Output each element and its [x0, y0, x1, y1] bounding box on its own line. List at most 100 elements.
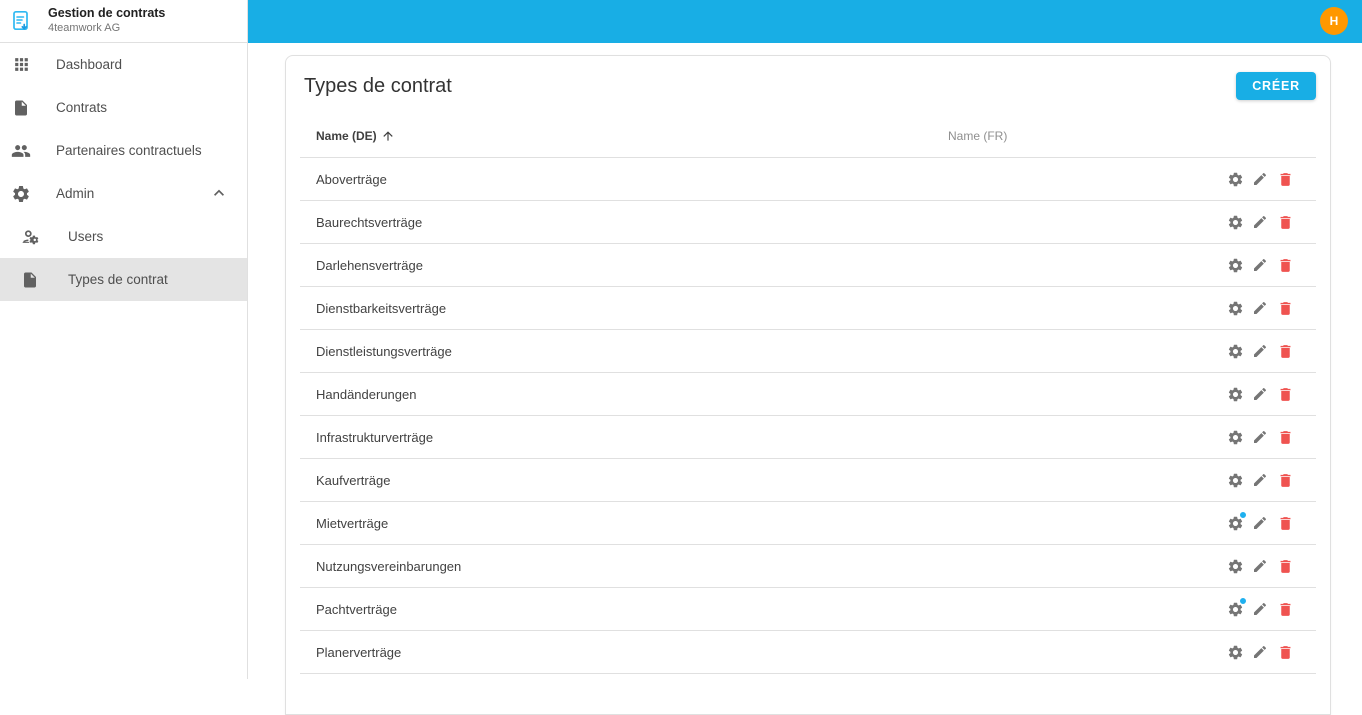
row-delete-button[interactable] — [1276, 643, 1294, 661]
app-title: Gestion de contrats — [48, 6, 165, 22]
page-title: Types de contrat — [304, 72, 452, 98]
row-settings-button[interactable] — [1226, 385, 1244, 403]
table-row[interactable]: Pachtverträge — [300, 588, 1316, 631]
sidebar-item-admin[interactable]: Admin — [0, 172, 247, 215]
row-edit-button[interactable] — [1251, 385, 1269, 403]
row-edit-button[interactable] — [1251, 170, 1269, 188]
sidebar-item-label: Types de contrat — [68, 272, 168, 287]
user-avatar[interactable]: H — [1320, 7, 1348, 35]
sidebar-item-partenaires[interactable]: Partenaires contractuels — [0, 129, 247, 172]
user-gear-icon — [19, 226, 41, 248]
settings-badge-dot — [1239, 511, 1247, 519]
row-name-de: Nutzungsvereinbarungen — [300, 559, 948, 574]
column-header-name-fr[interactable]: Name (FR) — [948, 129, 1316, 143]
table-row[interactable]: Dienstleistungsverträge — [300, 330, 1316, 373]
table-row[interactable]: Dienstbarkeitsverträge — [300, 287, 1316, 330]
row-delete-button[interactable] — [1276, 256, 1294, 274]
sidebar-item-label: Admin — [56, 186, 94, 201]
content-card: Types de contrat CRÉER Name (DE) Name (F… — [285, 55, 1331, 715]
row-actions — [1226, 643, 1316, 661]
row-delete-button[interactable] — [1276, 471, 1294, 489]
row-edit-button[interactable] — [1251, 600, 1269, 618]
row-settings-button[interactable] — [1226, 514, 1244, 532]
create-button[interactable]: CRÉER — [1236, 72, 1316, 100]
row-settings-button[interactable] — [1226, 299, 1244, 317]
row-edit-button[interactable] — [1251, 471, 1269, 489]
card-header: Types de contrat CRÉER — [286, 56, 1330, 115]
row-edit-button[interactable] — [1251, 256, 1269, 274]
table-row[interactable]: Baurechtsverträge — [300, 201, 1316, 244]
row-actions — [1226, 213, 1316, 231]
row-delete-button[interactable] — [1276, 213, 1294, 231]
table-row[interactable]: Nutzungsvereinbarungen — [300, 545, 1316, 588]
row-name-de: Pachtverträge — [300, 602, 948, 617]
table-row[interactable]: Planerverträge — [300, 631, 1316, 674]
row-name-de: Dienstleistungsverträge — [300, 344, 948, 359]
people-icon — [10, 140, 32, 162]
row-delete-button[interactable] — [1276, 385, 1294, 403]
table-row[interactable]: Handänderungen — [300, 373, 1316, 416]
settings-badge-dot — [1239, 597, 1247, 605]
table-row[interactable]: Kaufverträge — [300, 459, 1316, 502]
row-delete-button[interactable] — [1276, 514, 1294, 532]
table-row[interactable]: Mietverträge — [300, 502, 1316, 545]
row-settings-button[interactable] — [1226, 471, 1244, 489]
topbar: H — [248, 0, 1362, 43]
sidebar: Gestion de contrats 4teamwork AG Dashboa… — [0, 0, 248, 679]
sidebar-item-dashboard[interactable]: Dashboard — [0, 43, 247, 86]
row-edit-button[interactable] — [1251, 514, 1269, 532]
main-content: Types de contrat CRÉER Name (DE) Name (F… — [248, 43, 1362, 679]
row-name-de: Handänderungen — [300, 387, 948, 402]
sidebar-item-types-de-contrat[interactable]: Types de contrat — [0, 258, 247, 301]
row-delete-button[interactable] — [1276, 170, 1294, 188]
row-settings-button[interactable] — [1226, 256, 1244, 274]
row-actions — [1226, 428, 1316, 446]
table-row[interactable]: Darlehensverträge — [300, 244, 1316, 287]
row-edit-button[interactable] — [1251, 643, 1269, 661]
sidebar-item-label: Contrats — [56, 100, 107, 115]
row-actions — [1226, 600, 1316, 618]
row-name-de: Kaufverträge — [300, 473, 948, 488]
row-delete-button[interactable] — [1276, 600, 1294, 618]
row-delete-button[interactable] — [1276, 342, 1294, 360]
sidebar-item-label: Dashboard — [56, 57, 122, 72]
row-actions — [1226, 342, 1316, 360]
row-actions — [1226, 256, 1316, 274]
row-actions — [1226, 170, 1316, 188]
row-settings-button[interactable] — [1226, 600, 1244, 618]
row-edit-button[interactable] — [1251, 299, 1269, 317]
row-name-de: Infrastrukturverträge — [300, 430, 948, 445]
row-settings-button[interactable] — [1226, 557, 1244, 575]
sort-ascending-icon — [381, 129, 395, 143]
app-header: Gestion de contrats 4teamwork AG — [0, 0, 247, 43]
row-name-de: Aboverträge — [300, 172, 948, 187]
column-header-name-de[interactable]: Name (DE) — [300, 129, 948, 143]
row-delete-button[interactable] — [1276, 299, 1294, 317]
sidebar-item-users[interactable]: Users — [0, 215, 247, 258]
row-settings-button[interactable] — [1226, 170, 1244, 188]
row-edit-button[interactable] — [1251, 557, 1269, 575]
row-name-de: Planerverträge — [300, 645, 948, 660]
row-delete-button[interactable] — [1276, 557, 1294, 575]
row-name-de: Mietverträge — [300, 516, 948, 531]
row-settings-button[interactable] — [1226, 342, 1244, 360]
app-subtitle: 4teamwork AG — [48, 22, 165, 36]
row-edit-button[interactable] — [1251, 213, 1269, 231]
table-header-row: Name (DE) Name (FR) — [300, 115, 1316, 158]
chevron-up-icon[interactable] — [209, 183, 229, 203]
row-settings-button[interactable] — [1226, 213, 1244, 231]
row-actions — [1226, 557, 1316, 575]
table-row[interactable]: Aboverträge — [300, 158, 1316, 201]
row-edit-button[interactable] — [1251, 342, 1269, 360]
row-name-de: Dienstbarkeitsverträge — [300, 301, 948, 316]
file-icon — [10, 97, 32, 119]
column-header-label: Name (DE) — [316, 129, 377, 143]
sidebar-item-label: Users — [68, 229, 103, 244]
sidebar-item-contrats[interactable]: Contrats — [0, 86, 247, 129]
row-delete-button[interactable] — [1276, 428, 1294, 446]
table-row[interactable]: Infrastrukturverträge — [300, 416, 1316, 459]
row-settings-button[interactable] — [1226, 428, 1244, 446]
row-edit-button[interactable] — [1251, 428, 1269, 446]
row-settings-button[interactable] — [1226, 643, 1244, 661]
row-actions — [1226, 514, 1316, 532]
